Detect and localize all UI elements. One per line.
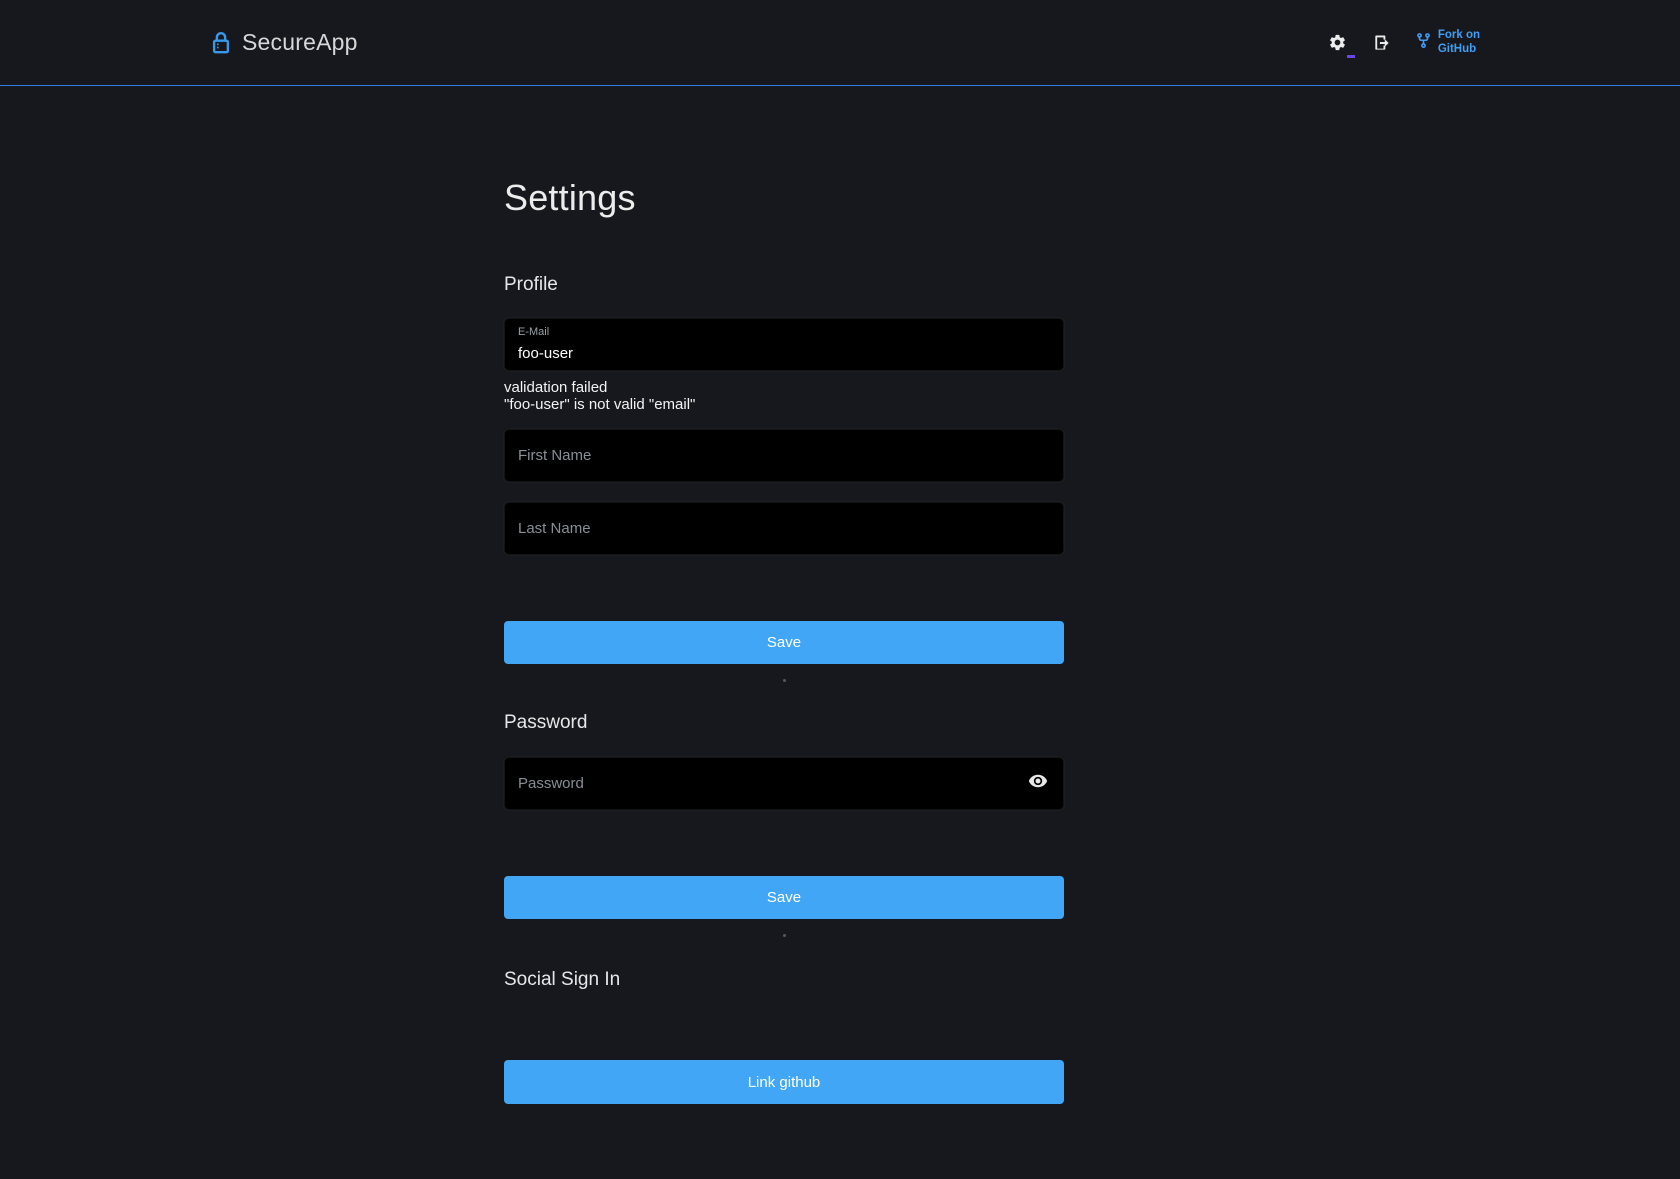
- app-header: SecureApp: [0, 0, 1680, 86]
- password-field: [504, 757, 1064, 810]
- app-logo[interactable]: SecureApp: [210, 29, 358, 56]
- email-validation-message: validation failed "foo-user" is not vali…: [504, 380, 1064, 413]
- cursor-dash: [1347, 55, 1355, 58]
- fork-on-github-link[interactable]: Fork on GitHub: [1415, 29, 1480, 55]
- gear-icon: [1328, 33, 1347, 52]
- email-field: E-Mail: [504, 318, 1064, 371]
- page-title: Settings: [504, 177, 1064, 219]
- email-input[interactable]: [505, 319, 1063, 370]
- password-input[interactable]: [505, 758, 1063, 809]
- logout-button[interactable]: [1371, 32, 1393, 54]
- fork-icon: [1415, 32, 1432, 54]
- eye-icon: [1028, 771, 1048, 796]
- header-actions: Fork on GitHub: [1327, 29, 1480, 55]
- fork-link-text: Fork on GitHub: [1438, 29, 1480, 55]
- save-password-button[interactable]: Save: [504, 876, 1064, 919]
- first-name-input[interactable]: [505, 430, 1063, 481]
- fork-link-line2: GitHub: [1438, 43, 1480, 56]
- last-name-field: [504, 502, 1064, 555]
- profile-save-indicator-dot: [783, 679, 786, 682]
- link-github-button[interactable]: Link github: [504, 1060, 1064, 1104]
- first-name-field: [504, 429, 1064, 482]
- validation-line1: validation failed: [504, 380, 1064, 397]
- logout-icon: [1372, 33, 1392, 53]
- save-profile-button[interactable]: Save: [504, 621, 1064, 664]
- profile-section-heading: Profile: [504, 274, 1064, 296]
- app-name: SecureApp: [242, 29, 358, 56]
- social-signin-heading: Social Sign In: [504, 969, 1064, 991]
- last-name-input[interactable]: [505, 503, 1063, 554]
- fork-link-line1: Fork on: [1438, 29, 1480, 42]
- settings-page: Settings Profile E-Mail validation faile…: [504, 87, 1064, 1104]
- password-save-indicator-dot: [783, 934, 786, 937]
- lock-icon: [210, 31, 232, 55]
- validation-line2: "foo-user" is not valid "email": [504, 397, 1064, 414]
- password-visibility-toggle[interactable]: [1025, 771, 1051, 797]
- password-section-heading: Password: [504, 712, 1064, 734]
- settings-button[interactable]: [1327, 32, 1349, 54]
